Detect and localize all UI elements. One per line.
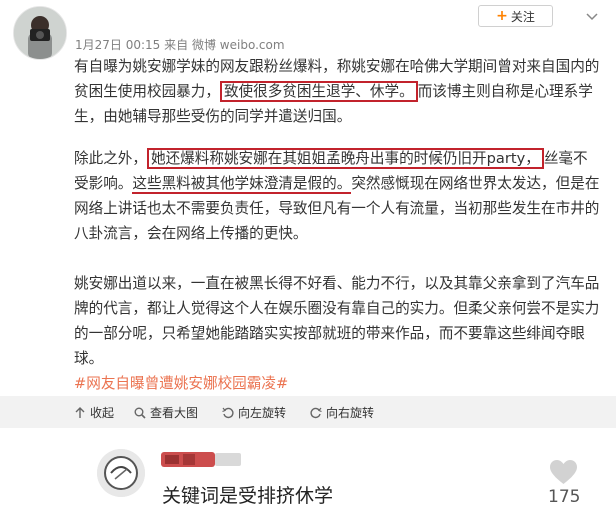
collapse-label: 收起: [90, 406, 115, 420]
commenter-name-redacted: [161, 451, 247, 468]
paragraph-2: 除此之外， 她还爆料称姚安娜在其姐姐孟晚舟出事的时候仍旧开party， 丝毫不受影响…: [74, 146, 602, 246]
paragraph-3: 姚安娜出道以来，一直在被黑长得不好看、能力不行，以及其靠父亲拿到了汽车品牌的代言…: [74, 271, 602, 371]
view-large-label: 查看大图: [150, 406, 199, 420]
image-toolbar: 收起 查看大图 向左旋转 向右旋转: [0, 396, 616, 428]
underlined-text: 这些黑料被其他学妹澄清是假的。: [132, 175, 352, 194]
collapse-button[interactable]: 收起: [74, 404, 114, 421]
para3-text: 姚安娜出道以来，一直在被黑长得不好看、能力不行，以及其靠父亲拿到了汽车品牌的代言…: [74, 275, 600, 367]
rotate-right-label: 向右旋转: [326, 406, 375, 420]
paragraph-1: 有自曝为姚安娜学妹的网友跟粉丝爆料，称姚安娜在哈佛大学期间曾对来自国内的贫困生使…: [74, 54, 602, 129]
post-from-label: 来自: [164, 38, 189, 52]
highlight-box-1: 致使很多贫困生退学、休学。: [219, 81, 418, 102]
chevron-down-icon[interactable]: [585, 8, 599, 22]
post-header: 1月27日 00:15 来自 微博 weibo.com + 关注: [0, 0, 616, 60]
heart-icon[interactable]: [549, 459, 578, 486]
rotate-left-button[interactable]: 向左旋转: [222, 404, 286, 421]
hashtag-line: #网友自曝曾遭姚安娜校园霸凌#: [74, 371, 602, 396]
post-content: 有自曝为姚安娜学妹的网友跟粉丝爆料，称姚安娜在哈佛大学期间曾对来自国内的贫困生使…: [74, 54, 602, 396]
plus-icon: +: [496, 8, 508, 24]
author-avatar[interactable]: [13, 6, 67, 60]
commenter-avatar[interactable]: [97, 449, 145, 497]
like-count: 175: [548, 487, 581, 507]
post-time[interactable]: 1月27日 00:15: [75, 38, 160, 52]
post-meta: 1月27日 00:15 来自 微博 weibo.com: [75, 36, 285, 53]
hashtag-link[interactable]: #网友自曝曾遭姚安娜校园霸凌#: [74, 375, 288, 392]
post-source[interactable]: 微博 weibo.com: [192, 38, 285, 52]
para2-text-a: 除此之外，: [74, 150, 147, 167]
rotate-left-icon: [222, 407, 234, 418]
follow-button[interactable]: + 关注: [478, 5, 553, 27]
highlight-box-2: 她还爆料称姚安娜在其姐姐孟晚舟出事的时候仍旧开party，: [146, 148, 544, 169]
magnify-icon: [134, 407, 146, 419]
arrow-up-icon: [75, 406, 85, 418]
view-large-button[interactable]: 查看大图: [134, 404, 198, 421]
follow-label: 关注: [510, 9, 535, 24]
rotate-right-icon: [310, 407, 322, 418]
rotate-right-button[interactable]: 向右旋转: [310, 404, 374, 421]
comment-item: [0, 428, 616, 524]
rotate-left-label: 向左旋转: [238, 406, 287, 420]
comment-text: 关键词是受排挤休学: [162, 485, 334, 507]
